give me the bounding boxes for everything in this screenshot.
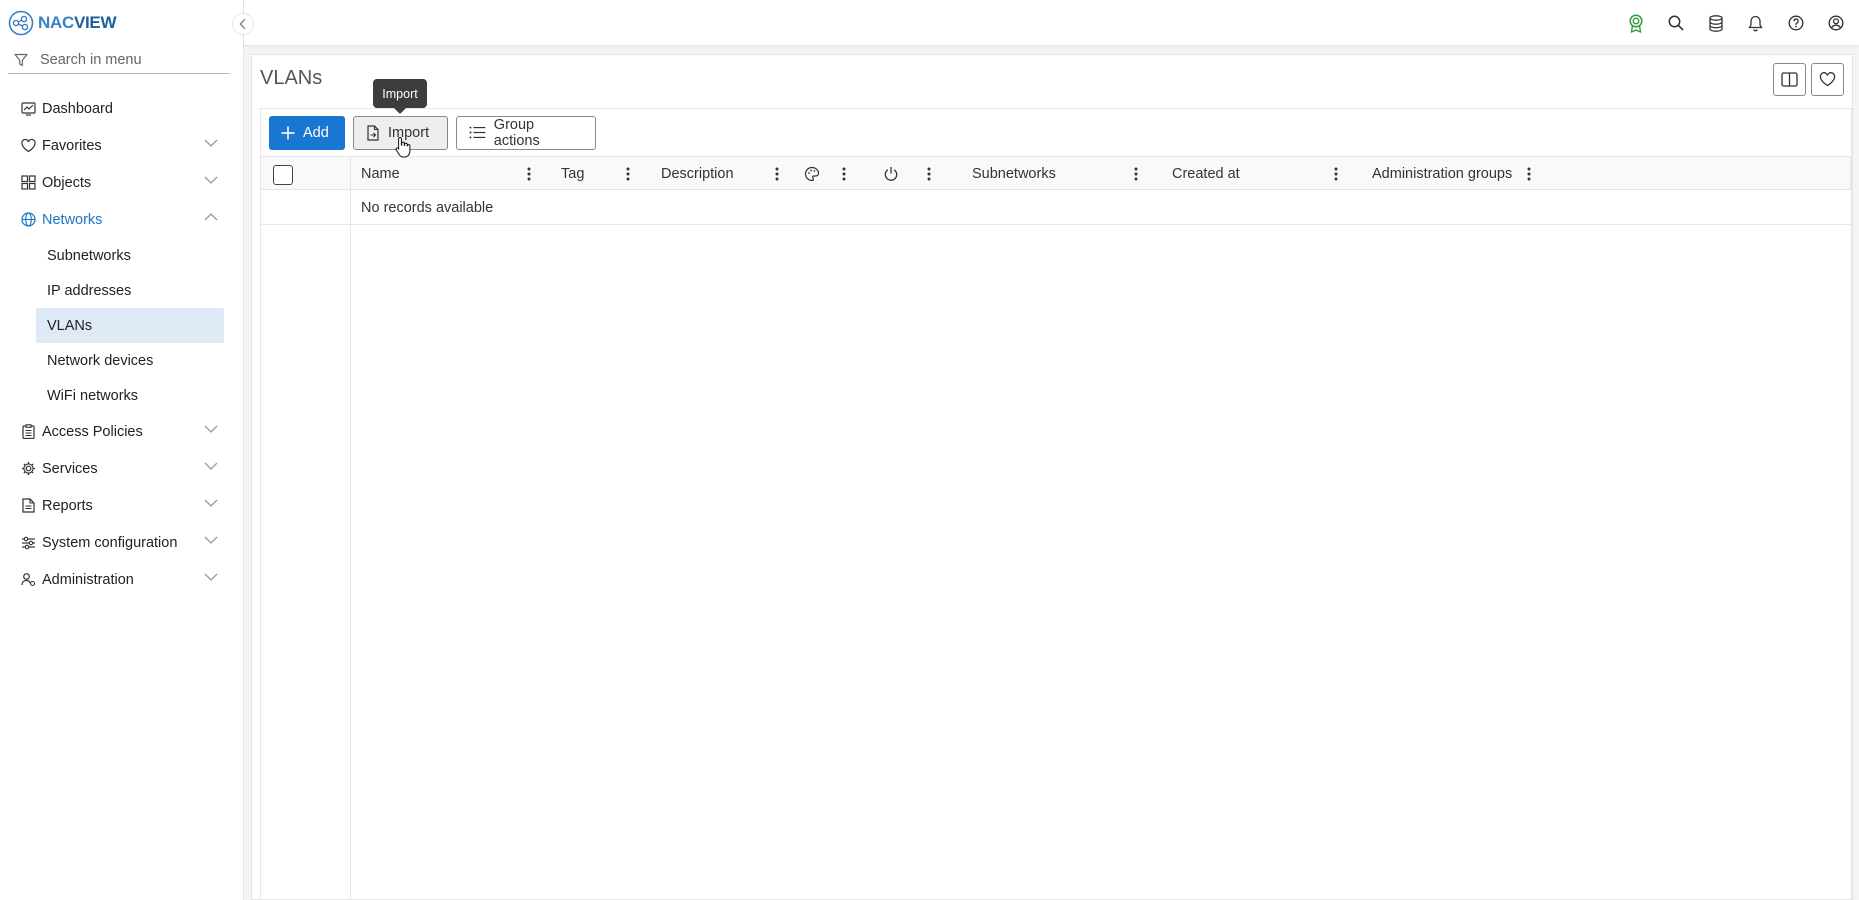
menu-search-input[interactable]: Search in menu <box>40 52 142 68</box>
empty-row: No records available <box>261 191 1851 225</box>
chevron-down-icon <box>204 536 218 544</box>
sidebar-subitem-vlans[interactable]: VLANs <box>36 308 224 343</box>
sidebar-item-label: Objects <box>42 174 92 191</box>
chevron-down-icon <box>204 462 218 470</box>
list-icon <box>469 126 486 139</box>
book-icon <box>1781 72 1798 87</box>
column-header-tag[interactable]: Tag <box>561 157 584 190</box>
column-menu-tag-icon[interactable] <box>623 166 633 182</box>
column-menu-name-icon[interactable] <box>524 166 534 182</box>
sidebar-subitem-subnetworks[interactable]: Subnetworks <box>36 238 224 273</box>
menu-search[interactable]: Search in menu <box>8 46 230 74</box>
help-icon[interactable] <box>1786 12 1805 34</box>
gear-icon <box>20 461 36 477</box>
power-icon <box>884 166 898 181</box>
sidebar-item-services[interactable]: Services <box>0 450 244 487</box>
page-title: VLANs <box>260 67 323 89</box>
chevron-down-icon <box>204 176 218 184</box>
heart-icon <box>20 138 36 154</box>
column-menu-created-at-icon[interactable] <box>1331 166 1341 182</box>
app-logo[interactable]: NACVIEW <box>8 10 116 36</box>
sidebar-item-favorites[interactable]: Favorites <box>0 127 244 164</box>
sidebar-item-label: Services <box>42 460 98 477</box>
favorite-button[interactable] <box>1811 63 1844 96</box>
sidebar-item-label: Favorites <box>42 137 102 154</box>
sidebar-subitem-ip-addresses[interactable]: IP addresses <box>36 273 224 308</box>
sidebar-subitem-network-devices[interactable]: Network devices <box>36 343 224 378</box>
chevron-up-icon <box>204 213 218 221</box>
top-bar <box>244 0 1859 46</box>
header-edge <box>1850 156 1851 190</box>
column-header-description[interactable]: Description <box>661 157 734 190</box>
sidebar-item-system-configuration[interactable]: System configuration <box>0 524 244 561</box>
column-header-administration-groups[interactable]: Administration groups <box>1372 157 1512 190</box>
column-header-name[interactable]: Name <box>361 157 400 190</box>
sidebar-item-label: Networks <box>42 211 103 228</box>
column-header-subnetworks[interactable]: Subnetworks <box>972 157 1056 190</box>
column-divider <box>350 156 351 900</box>
column-menu-description-icon[interactable] <box>772 166 782 182</box>
grid-toolbar: Add Import Group actions <box>261 109 1851 156</box>
heart-icon <box>1819 72 1836 87</box>
sidebar-item-administration[interactable]: Administration <box>0 561 244 598</box>
column-header-created-at[interactable]: Created at <box>1172 157 1240 190</box>
sidebar-item-dashboard[interactable]: Dashboard <box>0 90 244 127</box>
empty-message: No records available <box>361 200 494 216</box>
dashboard-icon <box>20 101 36 117</box>
column-menu-power-icon[interactable] <box>924 166 934 182</box>
group-actions-button[interactable]: Group actions <box>456 115 596 150</box>
clipboard-icon <box>20 424 36 440</box>
user-gear-icon <box>20 572 36 588</box>
report-icon <box>20 498 36 514</box>
chevron-down-icon <box>204 499 218 507</box>
globe-icon <box>20 212 36 228</box>
chevron-down-icon <box>204 425 218 433</box>
sidebar-item-label: System configuration <box>42 534 178 551</box>
sidebar-item-label: Dashboard <box>42 100 113 117</box>
license-icon[interactable] <box>1626 12 1645 34</box>
column-menu-color-icon[interactable] <box>839 166 849 182</box>
column-menu-subnetworks-icon[interactable] <box>1131 166 1141 182</box>
column-header-power[interactable] <box>883 157 899 190</box>
column-menu-administration-groups-icon[interactable] <box>1524 166 1534 182</box>
sidebar-subitem-wifi-networks[interactable]: WiFi networks <box>36 378 224 413</box>
add-button[interactable]: Add <box>269 115 345 150</box>
sidebar-item-reports[interactable]: Reports <box>0 487 244 524</box>
sidebar-nav: Dashboard Favorites Objects Networks Sub… <box>0 90 244 598</box>
docs-button[interactable] <box>1773 63 1806 96</box>
bell-icon[interactable] <box>1746 12 1765 34</box>
vlans-grid: Add Import Group actions Name Tag Descri… <box>260 108 1852 900</box>
sliders-icon <box>20 535 36 551</box>
sidebar-item-label: Reports <box>42 497 93 514</box>
sidebar-item-label: Administration <box>42 571 134 588</box>
chevron-down-icon <box>204 139 218 147</box>
import-file-icon <box>367 124 379 141</box>
select-all-checkbox[interactable] <box>273 165 293 185</box>
database-icon[interactable] <box>1706 12 1725 34</box>
sidebar-item-objects[interactable]: Objects <box>0 164 244 201</box>
chevron-left-icon <box>239 18 246 30</box>
search-icon[interactable] <box>1666 12 1685 34</box>
palette-icon <box>804 166 820 181</box>
user-icon[interactable] <box>1826 12 1845 34</box>
column-header-color[interactable] <box>804 157 820 190</box>
sidebar-item-label: Access Policies <box>42 423 143 440</box>
sidebar-item-networks[interactable]: Networks <box>0 201 244 238</box>
table-header: Name Tag Description Subnetworks Created… <box>261 156 1851 190</box>
filter-icon <box>14 53 28 66</box>
sidebar-collapse-button[interactable] <box>232 13 254 35</box>
nacview-logo-icon <box>8 10 34 36</box>
hand-cursor-icon <box>395 136 411 158</box>
objects-icon <box>20 175 36 191</box>
group-actions-label: Group actions <box>493 116 540 149</box>
content-panel: VLANs Add Import Group actions Name Tag … <box>251 54 1853 900</box>
sidebar-item-access-policies[interactable]: Access Policies <box>0 413 244 450</box>
logo-text: NACVIEW <box>38 13 117 32</box>
import-tooltip: Import <box>373 79 427 114</box>
sidebar: NACVIEW Search in menu Dashboard Favorit… <box>0 0 244 900</box>
add-button-label: Add <box>303 124 329 141</box>
chevron-down-icon <box>204 573 218 581</box>
plus-icon <box>281 126 295 139</box>
